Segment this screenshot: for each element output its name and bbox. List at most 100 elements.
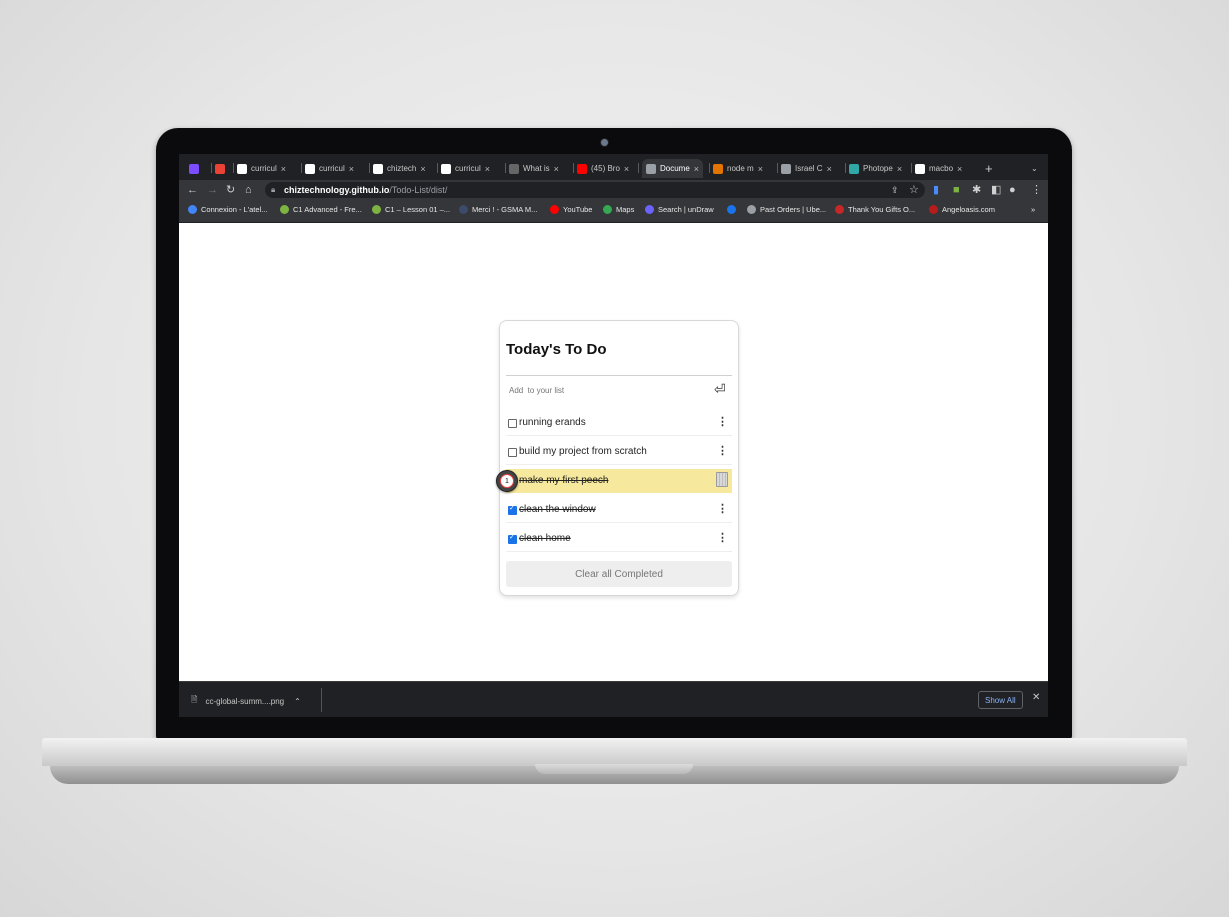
- todo-item[interactable]: clean the window ⋮: [506, 498, 732, 523]
- bookmark-label: C1 Advanced - Fre...: [293, 205, 362, 214]
- tab[interactable]: What is ×: [509, 159, 559, 178]
- bookmark[interactable]: Connexion - L'atel...: [188, 205, 267, 214]
- add-todo-input[interactable]: [509, 386, 699, 395]
- bookmark[interactable]: Angeloasis.com: [929, 205, 995, 214]
- url-path: /Todo-List/dist/: [389, 185, 448, 195]
- tab-close-icon[interactable]: ×: [897, 164, 902, 174]
- tab-close-icon[interactable]: ×: [758, 164, 763, 174]
- tab-label: (45) Bro: [591, 164, 620, 173]
- more-options-icon[interactable]: ⋮: [717, 415, 728, 428]
- divider: [321, 688, 322, 712]
- todo-item[interactable]: build my project from scratch ⋮: [506, 440, 732, 465]
- home-icon[interactable]: ⌂: [245, 183, 252, 197]
- tab-close-icon[interactable]: ×: [827, 164, 832, 174]
- bookmark[interactable]: [727, 205, 740, 214]
- forward-icon[interactable]: →: [207, 183, 218, 197]
- trash-icon[interactable]: [716, 472, 728, 487]
- tab[interactable]: [189, 159, 203, 178]
- tab[interactable]: node m ×: [713, 159, 763, 178]
- bookmark[interactable]: Search | unDraw: [645, 205, 714, 214]
- tab[interactable]: Docume ×: [642, 159, 704, 178]
- tab-close-icon[interactable]: ×: [624, 164, 629, 174]
- tab-close-icon[interactable]: ×: [957, 164, 962, 174]
- todo-text[interactable]: make my first peech: [519, 475, 608, 486]
- bookmark[interactable]: Maps: [603, 205, 634, 214]
- tab[interactable]: macbo ×: [915, 159, 962, 178]
- puzzle-icon[interactable]: ✱: [972, 183, 981, 197]
- more-options-icon[interactable]: ⋮: [717, 444, 728, 457]
- kebab-menu-icon[interactable]: ⋮: [1031, 183, 1042, 197]
- todo-text[interactable]: running erands: [519, 417, 586, 428]
- clear-completed-button[interactable]: Clear all Completed: [506, 561, 732, 587]
- back-icon[interactable]: ←: [187, 183, 198, 197]
- tab-label: chiztech: [387, 164, 417, 173]
- tab-close-icon[interactable]: ×: [349, 164, 354, 174]
- todo-text[interactable]: build my project from scratch: [519, 446, 647, 457]
- extension-icon[interactable]: ▮: [933, 183, 939, 197]
- new-tab-button[interactable]: +: [985, 159, 993, 178]
- todo-item[interactable]: make my first peech 1: [496, 469, 732, 493]
- chevron-up-icon[interactable]: ⌃: [294, 697, 301, 706]
- bookmark[interactable]: Past Orders | Ube...: [747, 205, 826, 214]
- tab-favicon-icon: [215, 163, 225, 174]
- download-item[interactable]: 🗎︎ cc-global-summ....png ⌃: [191, 694, 301, 708]
- todo-text[interactable]: clean home: [519, 533, 571, 544]
- tab-close-icon[interactable]: ×: [694, 164, 699, 174]
- download-filename: cc-global-summ....png: [205, 696, 285, 706]
- tab-favicon-icon: [373, 163, 383, 174]
- bookmark-favicon-icon: [727, 205, 736, 214]
- todo-checkbox[interactable]: [508, 504, 517, 515]
- bookmark[interactable]: Thank You Gifts O...: [835, 205, 915, 214]
- todo-checkbox[interactable]: [508, 533, 517, 544]
- todo-text[interactable]: clean the window: [519, 504, 596, 515]
- tab-label: Docume: [660, 164, 690, 173]
- tab-separator: [911, 163, 912, 173]
- reload-icon[interactable]: ↻: [226, 183, 235, 197]
- tab-close-icon[interactable]: ×: [420, 164, 425, 174]
- todo-item[interactable]: clean home ⋮: [506, 527, 732, 552]
- tab-favicon-icon: [915, 163, 925, 174]
- tab-favicon-icon: [577, 163, 587, 174]
- share-icon[interactable]: ⇪: [891, 183, 899, 197]
- url-text[interactable]: chiztechnology.github.io/Todo-List/dist/: [284, 183, 447, 197]
- extension-icon-2[interactable]: ■: [953, 183, 960, 197]
- bookmark[interactable]: Merci ! - GSMA M...: [459, 205, 537, 214]
- address-bar: ← → ↻ ⌂ 🔒︎ chiztechnology.github.io/Todo…: [179, 180, 1048, 200]
- bookmark[interactable]: YouTube: [550, 205, 592, 214]
- bookmark-favicon-icon: [372, 205, 381, 214]
- page-title: Today's To Do: [506, 341, 607, 358]
- tab[interactable]: curricul ×: [237, 159, 286, 178]
- tab-separator: [638, 163, 639, 173]
- more-options-icon[interactable]: ⋮: [717, 531, 728, 544]
- enter-icon[interactable]: ⏎: [714, 381, 726, 398]
- tab-close-icon[interactable]: ×: [281, 164, 286, 174]
- bookmark[interactable]: C1 – Lesson 01 –...: [372, 205, 450, 214]
- more-options-icon[interactable]: ⋮: [717, 502, 728, 515]
- close-icon[interactable]: ✕: [1032, 692, 1040, 703]
- todo-item[interactable]: running erands ⋮: [506, 411, 732, 436]
- sidepanel-icon[interactable]: ◧: [991, 183, 1001, 197]
- tab-separator: [573, 163, 574, 173]
- todo-checkbox[interactable]: [508, 448, 517, 457]
- tab-label: curricul: [319, 164, 345, 173]
- tab[interactable]: [215, 159, 229, 178]
- todo-checkbox[interactable]: [508, 419, 517, 428]
- tab[interactable]: curricul ×: [441, 159, 490, 178]
- tab[interactable]: (45) Bro ×: [577, 159, 629, 178]
- bookmarks-overflow[interactable]: »: [1031, 205, 1035, 214]
- bookmark-favicon-icon: [603, 205, 612, 214]
- tab[interactable]: curricul ×: [305, 159, 354, 178]
- star-icon[interactable]: ☆: [909, 183, 919, 197]
- tab[interactable]: Israel C ×: [781, 159, 832, 178]
- step-badge: 1: [496, 470, 518, 492]
- show-all-button[interactable]: Show All: [978, 691, 1023, 709]
- tab[interactable]: chiztech ×: [373, 159, 426, 178]
- tab[interactable]: Photope ×: [849, 159, 902, 178]
- tab-close-icon[interactable]: ×: [554, 164, 559, 174]
- tab-favicon-icon: [305, 163, 315, 174]
- tab-close-icon[interactable]: ×: [485, 164, 490, 174]
- tab-search-icon[interactable]: ⌄: [1031, 159, 1038, 178]
- bookmark[interactable]: C1 Advanced - Fre...: [280, 205, 362, 214]
- avatar[interactable]: ●: [1009, 183, 1016, 197]
- lock-icon[interactable]: 🔒︎: [271, 183, 275, 197]
